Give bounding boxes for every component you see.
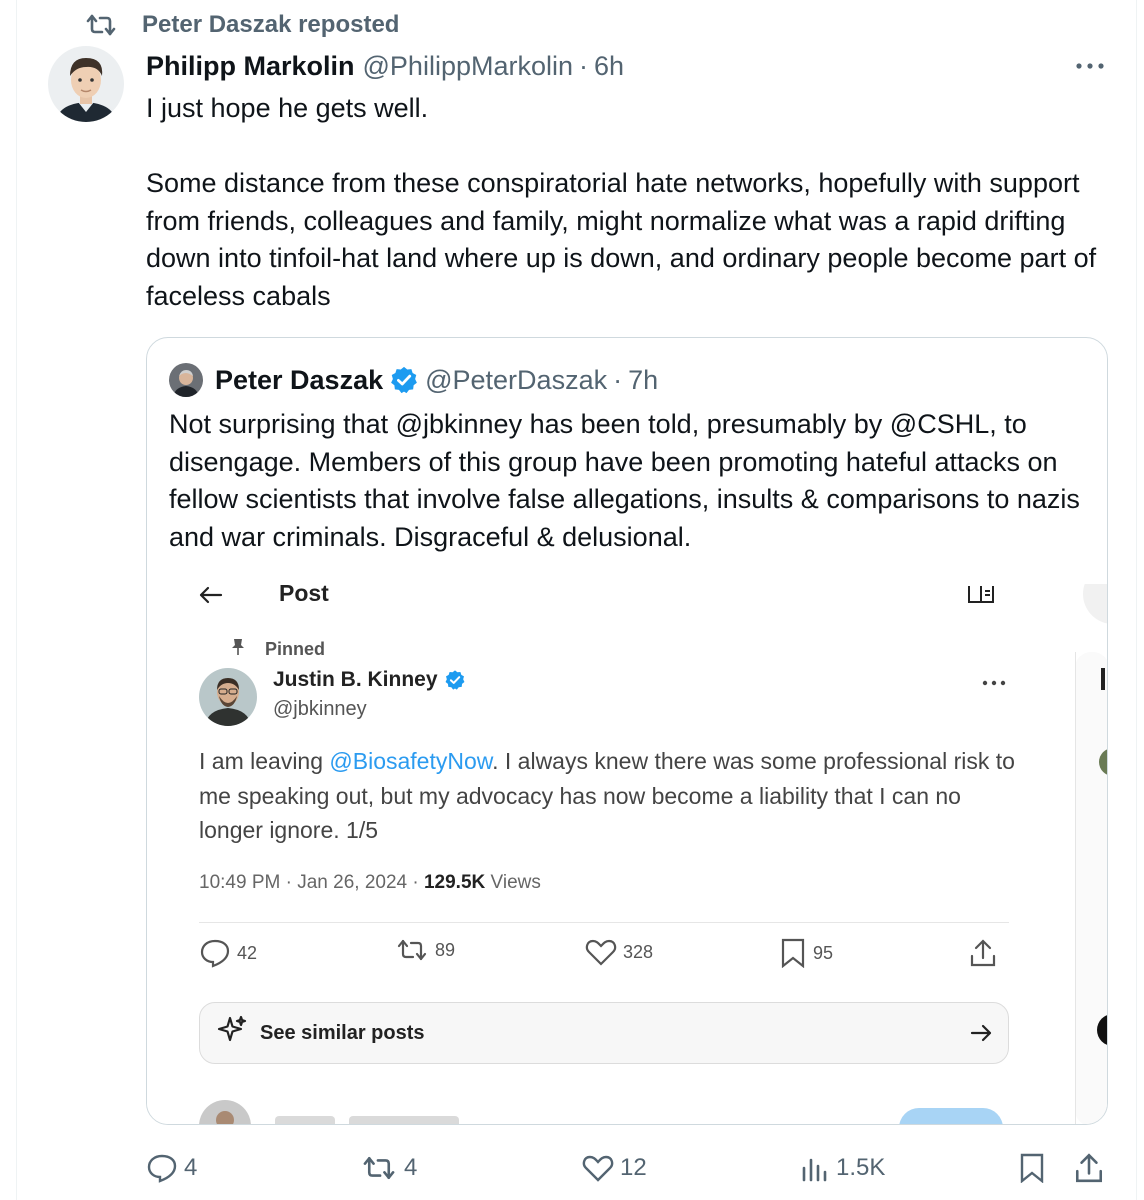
repost-button[interactable]: 4	[360, 1148, 417, 1188]
verified-badge-icon	[389, 365, 419, 395]
views-button[interactable]: 1.5K	[800, 1148, 885, 1188]
kinney-text-start: I am leaving	[199, 748, 330, 774]
like-count: 12	[620, 1154, 647, 1181]
tweet-action-bar: 4 4 12 1.5K	[146, 1148, 1108, 1188]
repost-count: 4	[404, 1154, 418, 1181]
pinned-label: Pinned	[265, 639, 326, 659]
kinney-post-time: 10:49 PM · Jan 26, 2024 ·	[199, 872, 424, 893]
author-name[interactable]: Philipp Markolin	[146, 51, 355, 82]
screenshot-bookmark: 95	[779, 938, 833, 968]
views-count: 1.5K	[836, 1154, 886, 1181]
cropped-side-column	[1075, 584, 1107, 1124]
kinney-avatar	[199, 668, 257, 726]
share-icon	[969, 938, 1003, 968]
left-border	[16, 0, 17, 1200]
kinney-name-row: Justin B. Kinney	[273, 668, 466, 692]
pinned-row: Pinned	[231, 638, 325, 661]
see-similar-posts-label: See similar posts	[260, 1021, 425, 1044]
author-handle[interactable]: @PhilippMarkolin	[363, 51, 574, 82]
pin-icon	[231, 638, 245, 661]
quote-author-handle: @PeterDaszak	[425, 364, 608, 395]
like-button[interactable]: 12	[582, 1148, 647, 1188]
kinney-post-text: I am leaving @BiosafetyNow. I always kne…	[199, 744, 1019, 848]
screenshot-action-bar: 42 89 328 95	[199, 938, 1009, 978]
quote-author-name: Peter Daszak	[215, 364, 384, 395]
share-icon[interactable]	[1074, 1148, 1110, 1188]
kinney-handle: @jbkinney	[273, 698, 367, 720]
repost-banner[interactable]: Peter Daszak reposted	[84, 10, 399, 40]
cropped-reply-row	[199, 1100, 1009, 1124]
screenshot-reply-count: 42	[237, 942, 258, 963]
quote-header: Peter Daszak @PeterDaszak · 7h	[169, 362, 658, 398]
author-avatar[interactable]	[48, 46, 124, 122]
bookmark-icon[interactable]	[1018, 1148, 1052, 1188]
kinney-name: Justin B. Kinney	[273, 668, 438, 691]
screenshot-reply: 42	[199, 938, 257, 968]
screenshot-repost-count: 89	[435, 939, 456, 960]
see-similar-posts-button: See similar posts	[199, 1002, 1009, 1064]
sparkle-icon	[216, 1014, 248, 1052]
kinney-post-meta: 10:49 PM · Jan 26, 2024 · 129.5K Views	[199, 872, 541, 894]
screenshot-header-title: Post	[279, 584, 329, 606]
back-arrow-icon	[199, 584, 223, 606]
tweet-paragraph: I just hope he gets well.	[146, 93, 429, 123]
reply-count: 4	[184, 1154, 198, 1181]
tweet-header: Philipp Markolin @PhilippMarkolin · 6h	[146, 48, 624, 84]
quote-text: Not surprising that @jbkinney has been t…	[169, 409, 1080, 552]
repost-banner-text: Peter Daszak reposted	[142, 11, 400, 38]
more-options-icon[interactable]	[1072, 52, 1108, 80]
tweet-time[interactable]: 6h	[594, 51, 624, 82]
reply-button[interactable]: 4	[146, 1148, 197, 1188]
divider	[199, 922, 1009, 923]
quote-time: 7h	[628, 364, 659, 395]
screenshot-like-count: 328	[623, 941, 654, 962]
screenshot-repost: 89	[395, 938, 455, 962]
embedded-screenshot: Post Pinned Justin B. Kinney @jbkinney I…	[147, 584, 1107, 1124]
reader-icon	[967, 584, 995, 606]
more-options-icon	[981, 676, 1007, 690]
tweet-paragraph: Some distance from these conspiratorial …	[146, 168, 1097, 311]
verified-badge-icon	[444, 669, 466, 691]
separator-dot: ·	[579, 50, 589, 81]
kinney-views-label: Views	[485, 872, 541, 893]
repost-icon	[84, 12, 124, 38]
screenshot-like: 328	[585, 938, 653, 966]
quote-author-avatar	[169, 363, 203, 397]
right-border	[1136, 0, 1137, 1200]
arrow-right-icon	[970, 1023, 992, 1049]
screenshot-bookmark-count: 95	[813, 942, 834, 963]
separator-dot: ·	[613, 364, 623, 395]
tweet-text: I just hope he gets well. Some distance …	[146, 90, 1106, 315]
quoted-tweet-card[interactable]: Peter Daszak @PeterDaszak · 7h Not surpr…	[146, 337, 1108, 1125]
kinney-mention: @BiosafetyNow	[329, 748, 493, 774]
kinney-views-count: 129.5K	[423, 872, 486, 893]
